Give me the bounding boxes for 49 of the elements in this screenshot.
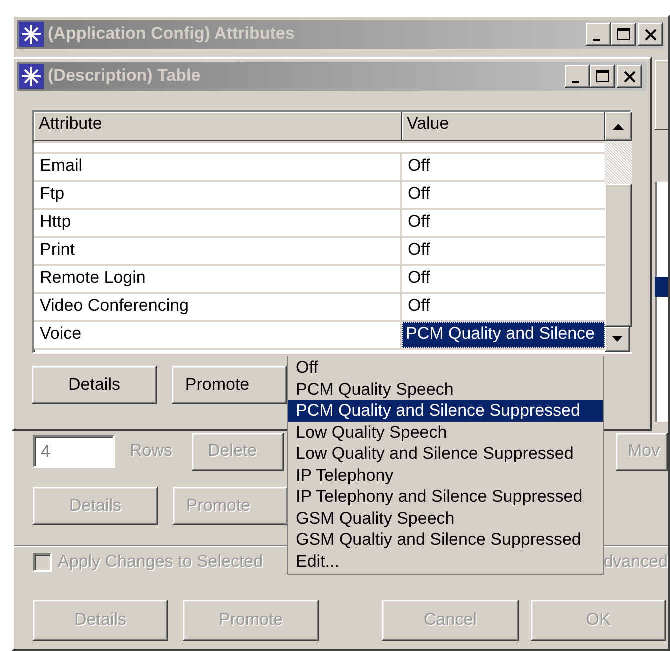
dropdown-option[interactable]: Edit... (288, 550, 603, 572)
table-cell[interactable]: Off (402, 182, 605, 208)
table-cell: Remote Login (34, 266, 402, 292)
column-header[interactable]: Value (402, 112, 605, 141)
scrollbar-thumb[interactable] (605, 184, 632, 327)
close-icon (644, 28, 656, 40)
dropdown-button[interactable] (605, 327, 630, 352)
rows-label: Rows (130, 441, 173, 462)
table-cell: Print (34, 238, 402, 264)
table-cell[interactable]: Off (402, 210, 605, 236)
table-cell[interactable]: Off (402, 294, 605, 320)
promote-button[interactable]: Promote (172, 366, 287, 404)
table-cell[interactable]: PCM Quality and Silence (402, 322, 605, 348)
minimize-button[interactable] (565, 65, 590, 88)
apply-label: Apply Changes to Selected (58, 552, 264, 572)
up-arrow-icon (613, 123, 624, 130)
dropdown-option[interactable]: GSM Quality Speech (288, 508, 603, 529)
table-cell: Ftp (34, 182, 402, 208)
dropdown-option[interactable]: GSM Qualtiy and Silence Suppressed (288, 529, 603, 550)
dropdown-option[interactable]: Low Quality and Silence Suppressed (288, 443, 603, 464)
maximize-button[interactable] (611, 23, 636, 46)
minimize-icon (593, 38, 600, 40)
column-header[interactable]: Attribute (34, 112, 402, 141)
table-cell[interactable]: Off (402, 238, 605, 264)
down-arrow-icon (612, 336, 623, 343)
dropdown-option[interactable]: PCM Quality Speech (288, 378, 603, 400)
scroll-up-button[interactable] (605, 112, 632, 141)
dropdown-option[interactable]: IP Telephony and Silence Suppressed (288, 486, 603, 508)
table-cell: Video Conferencing (34, 294, 402, 320)
close-button[interactable] (638, 23, 663, 46)
minimize-icon (572, 80, 579, 82)
window-title: (Description) Table (48, 66, 201, 87)
advanced-label: dvanced (604, 552, 668, 572)
close-button[interactable] (617, 65, 642, 88)
dropdown-option[interactable]: IP Telephony (288, 464, 603, 486)
dropdown-option[interactable]: PCM Quality and Silence Suppressed (288, 400, 603, 422)
window-title: (Application Config) Attributes (48, 24, 295, 45)
table-cell[interactable]: Off (402, 266, 605, 292)
details-button[interactable]: Details (32, 366, 157, 404)
table-cell: Email (34, 154, 402, 180)
maximize-icon (616, 28, 630, 41)
maximize-button[interactable] (590, 65, 615, 88)
close-icon (624, 70, 636, 82)
table-cell: Http (34, 210, 402, 236)
maximize-icon (596, 70, 610, 83)
table-cell[interactable]: Off (402, 154, 605, 180)
dropdown-option[interactable]: Off (288, 357, 603, 378)
dropdown-option[interactable]: Low Quality Speech (288, 422, 603, 443)
minimize-button[interactable] (586, 23, 611, 46)
